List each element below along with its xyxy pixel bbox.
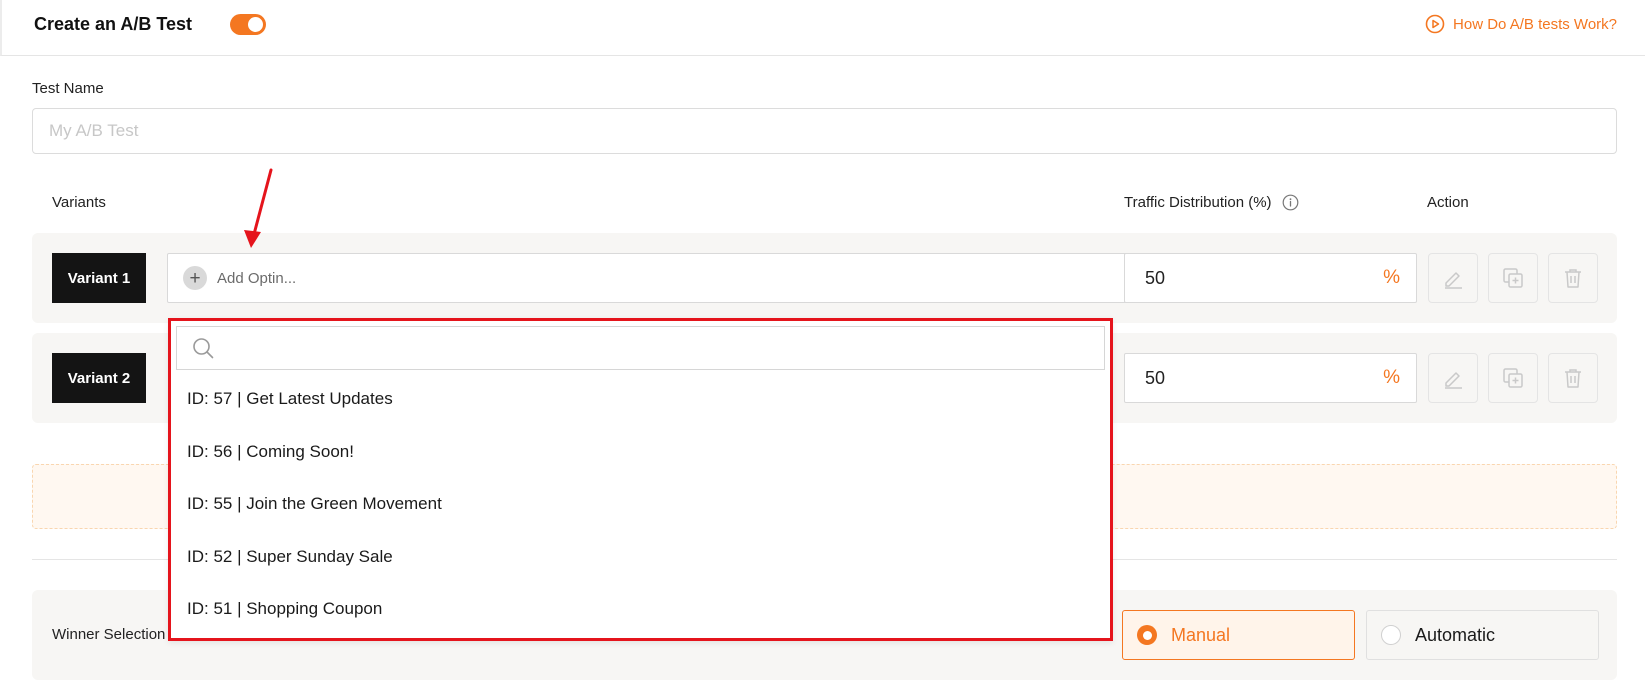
ab-test-toggle[interactable] — [230, 14, 266, 35]
search-icon — [193, 338, 214, 359]
winner-option-label: Automatic — [1415, 624, 1496, 645]
winner-selection-label: Winner Selection — [52, 626, 166, 643]
traffic-input[interactable]: 50 % — [1124, 353, 1417, 403]
winner-option-manual[interactable]: Manual — [1122, 610, 1355, 660]
variant-badge: Variant 2 — [52, 353, 146, 403]
add-optin-select[interactable]: + Add Optin... — [167, 253, 1147, 303]
edit-variant-button[interactable] — [1428, 253, 1478, 303]
test-name-label: Test Name — [32, 80, 104, 97]
arrow-annotation-icon — [244, 168, 273, 248]
duplicate-variant-button[interactable] — [1488, 353, 1538, 403]
duplicate-icon — [1503, 368, 1523, 388]
optin-option[interactable]: ID: 57 | Get Latest Updates — [171, 373, 1110, 426]
plus-icon: + — [183, 266, 207, 290]
traffic-input[interactable]: 50 % — [1124, 253, 1417, 303]
traffic-column-label: Traffic Distribution (%) — [1124, 194, 1272, 211]
page-title: Create an A/B Test — [34, 14, 193, 34]
edit-variant-button[interactable] — [1428, 353, 1478, 403]
optin-options-list: ID: 57 | Get Latest Updates ID: 56 | Com… — [171, 373, 1110, 636]
duplicate-variant-button[interactable] — [1488, 253, 1538, 303]
winner-option-label: Manual — [1171, 624, 1231, 645]
edit-icon — [1445, 372, 1462, 389]
toggle-knob — [248, 17, 263, 32]
optin-option[interactable]: ID: 55 | Join the Green Movement — [171, 478, 1110, 531]
how-ab-tests-work-link[interactable]: How Do A/B tests Work? — [1425, 14, 1617, 34]
delete-variant-button[interactable] — [1548, 353, 1598, 403]
duplicate-icon — [1503, 268, 1523, 288]
test-name-input[interactable] — [32, 108, 1617, 154]
optin-option[interactable]: ID: 52 | Super Sunday Sale — [171, 531, 1110, 584]
optin-search — [176, 326, 1105, 370]
traffic-value: 50 — [1145, 368, 1166, 388]
delete-variant-button[interactable] — [1548, 253, 1598, 303]
traffic-value: 50 — [1145, 268, 1166, 288]
help-link-text: How Do A/B tests Work? — [1453, 15, 1617, 33]
percent-icon: % — [1383, 267, 1400, 288]
radio-selected-icon — [1137, 625, 1157, 645]
winner-option-automatic[interactable]: Automatic — [1366, 610, 1599, 660]
trash-icon — [1565, 369, 1581, 388]
percent-icon: % — [1383, 367, 1400, 388]
trash-icon — [1565, 269, 1581, 288]
traffic-column-header: Traffic Distribution (%) — [1124, 194, 1299, 211]
action-column-header: Action — [1427, 194, 1469, 211]
page-header: Create an A/B Test How Do A/B tests Work… — [0, 0, 1645, 56]
optin-option[interactable]: ID: 51 | Shopping Coupon — [171, 583, 1110, 636]
add-optin-placeholder: Add Optin... — [217, 269, 297, 287]
play-circle-icon — [1425, 14, 1445, 34]
optin-search-input[interactable] — [224, 328, 1104, 368]
optin-option[interactable]: ID: 56 | Coming Soon! — [171, 426, 1110, 479]
edit-icon — [1445, 272, 1462, 289]
radio-unselected-icon — [1381, 625, 1401, 645]
optin-dropdown: ID: 57 | Get Latest Updates ID: 56 | Com… — [168, 318, 1113, 641]
variants-column-header: Variants — [52, 194, 106, 211]
variant-badge: Variant 1 — [52, 253, 146, 303]
info-icon[interactable] — [1282, 194, 1299, 211]
